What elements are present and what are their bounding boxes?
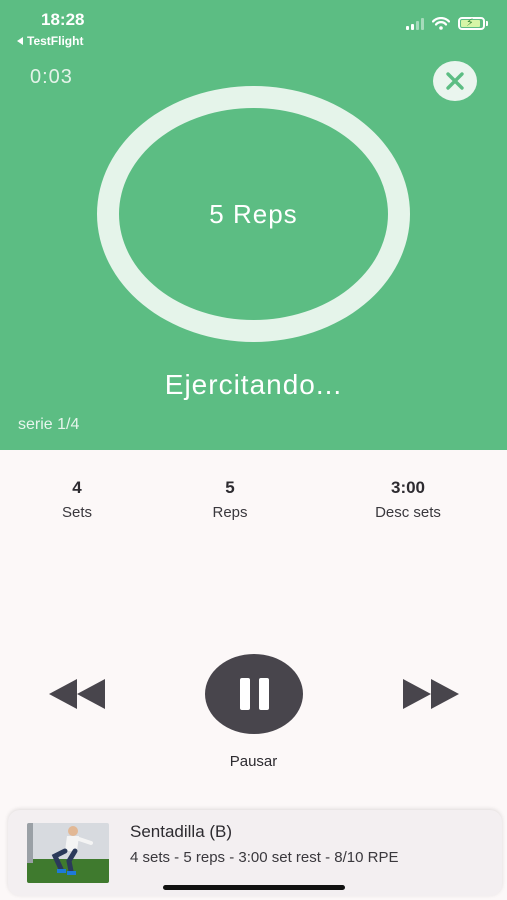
rewind-button[interactable] bbox=[47, 676, 107, 712]
exercise-card[interactable]: Sentadilla (B) 4 sets - 5 reps - 3:00 se… bbox=[8, 810, 502, 896]
stat-sets-value: 4 bbox=[72, 478, 82, 497]
pause-icon bbox=[239, 678, 250, 710]
stat-reps: 5 Reps bbox=[199, 478, 261, 521]
status-icons: ⚡ bbox=[406, 17, 488, 30]
elapsed-timer: 0:03 bbox=[30, 66, 73, 88]
exercise-status: Ejercitando... bbox=[164, 369, 343, 400]
fast-forward-icon bbox=[403, 679, 459, 709]
status-bar: 18:28 TestFlight ⚡ bbox=[0, 0, 507, 52]
signal-icon bbox=[406, 17, 424, 30]
forward-button[interactable] bbox=[401, 676, 461, 712]
stat-rest-value: 3:00 bbox=[390, 478, 426, 497]
status-time: 18:28 bbox=[41, 10, 85, 29]
wifi-icon bbox=[432, 17, 450, 30]
set-counter: serie 1/4 bbox=[18, 416, 80, 433]
exercise-details: 4 sets - 5 reps - 3:00 set rest - 8/10 R… bbox=[130, 849, 399, 866]
close-button[interactable] bbox=[433, 61, 477, 101]
rewind-icon bbox=[49, 679, 105, 709]
stat-rest: 3:00 Desc sets bbox=[355, 478, 461, 521]
back-arrow-icon bbox=[17, 37, 23, 45]
battery-charging-icon: ⚡ bbox=[458, 17, 488, 30]
stat-sets: 4 Sets bbox=[46, 478, 108, 521]
back-to-app-link[interactable]: TestFlight bbox=[17, 34, 83, 48]
close-icon bbox=[446, 72, 464, 90]
pause-label: Pausar bbox=[229, 753, 278, 770]
exercise-title: Sentadilla (B) bbox=[130, 822, 233, 841]
squat-illustration bbox=[27, 823, 109, 883]
back-app-label: TestFlight bbox=[27, 34, 84, 48]
reps-target-label: 5 Reps bbox=[209, 198, 298, 229]
progress-ring: 5 Reps bbox=[97, 86, 410, 342]
workout-panel: 18:28 TestFlight ⚡ 0:03 5 Reps Ejercitan… bbox=[0, 0, 507, 450]
stat-reps-value: 5 bbox=[225, 478, 235, 497]
stat-sets-label: Sets bbox=[61, 504, 92, 521]
stat-reps-label: Reps bbox=[212, 504, 248, 521]
pause-button[interactable] bbox=[205, 654, 303, 734]
home-indicator[interactable] bbox=[163, 885, 345, 890]
exercise-thumbnail bbox=[27, 823, 109, 883]
stat-rest-label: Desc sets bbox=[375, 504, 441, 521]
